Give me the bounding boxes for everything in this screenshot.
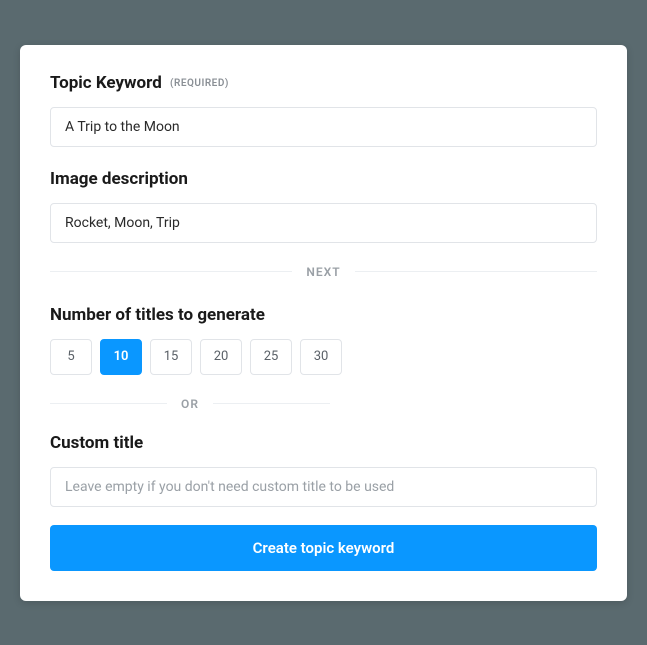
custom-title-label: Custom title	[50, 433, 597, 453]
divider-or: OR	[50, 397, 330, 411]
topic-keyword-group: Topic Keyword (REQUIRED)	[50, 73, 597, 147]
image-description-label: Image description	[50, 169, 597, 189]
topic-keyword-input[interactable]	[50, 107, 597, 147]
custom-title-group: Custom title	[50, 433, 597, 507]
image-description-input[interactable]	[50, 203, 597, 243]
divider-or-text: OR	[167, 397, 213, 411]
titles-count-option-25[interactable]: 25	[250, 339, 292, 375]
custom-title-input[interactable]	[50, 467, 597, 507]
create-topic-keyword-button[interactable]: Create topic keyword	[50, 525, 597, 571]
titles-count-option-10[interactable]: 10	[100, 339, 142, 375]
titles-count-group: Number of titles to generate 51015202530	[50, 305, 597, 375]
titles-count-option-20[interactable]: 20	[200, 339, 242, 375]
titles-count-label: Number of titles to generate	[50, 305, 597, 325]
titles-count-option-15[interactable]: 15	[150, 339, 192, 375]
divider-next-text: NEXT	[292, 265, 354, 279]
form-card: Topic Keyword (REQUIRED) Image descripti…	[20, 45, 627, 601]
topic-keyword-label: Topic Keyword (REQUIRED)	[50, 73, 597, 93]
image-description-group: Image description	[50, 169, 597, 243]
titles-count-options: 51015202530	[50, 339, 597, 375]
titles-count-option-30[interactable]: 30	[300, 339, 342, 375]
titles-count-option-5[interactable]: 5	[50, 339, 92, 375]
required-tag: (REQUIRED)	[170, 78, 229, 89]
divider-next: NEXT	[50, 265, 597, 279]
topic-keyword-label-text: Topic Keyword	[50, 73, 162, 93]
